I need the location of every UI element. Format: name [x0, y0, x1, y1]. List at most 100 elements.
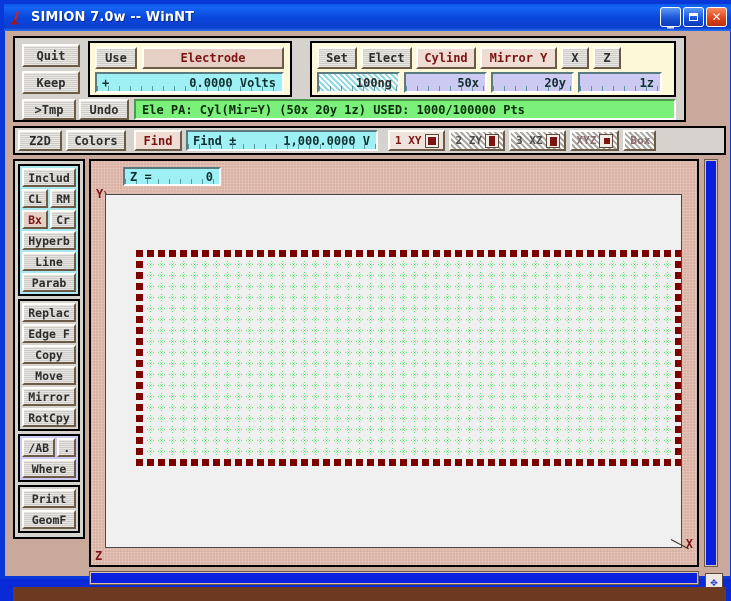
y-size-field[interactable]: 20y	[491, 72, 574, 93]
field-point	[367, 316, 374, 323]
field-point	[642, 404, 649, 411]
minimize-button[interactable]: _	[660, 7, 681, 28]
field-point	[422, 371, 429, 378]
maximize-button[interactable]	[683, 7, 704, 27]
z-plane-field[interactable]: Z = 0	[123, 167, 221, 186]
find-button[interactable]: Find	[134, 130, 182, 151]
field-point	[543, 437, 550, 444]
x-size-field[interactable]: 50x	[404, 72, 487, 93]
field-point	[180, 360, 187, 367]
field-point	[169, 349, 176, 356]
electrode-point	[136, 415, 143, 422]
ab-button[interactable]: /AB	[22, 438, 56, 457]
voltage-field[interactable]: + 0.0000 Volts	[95, 72, 284, 93]
field-point	[323, 448, 330, 455]
rotcpy-button[interactable]: RotCpy	[22, 408, 76, 427]
z-size-field[interactable]: 1z	[578, 72, 662, 93]
move-button[interactable]: Move	[22, 366, 76, 385]
vertical-scrollbar-thumb[interactable]	[706, 161, 716, 565]
keep-button[interactable]: Keep	[22, 71, 80, 94]
parab-button[interactable]: Parab	[22, 273, 76, 292]
edge-f-button[interactable]: Edge F	[22, 324, 76, 343]
field-point	[532, 294, 539, 301]
undo-button[interactable]: Undo	[79, 99, 129, 120]
field-point	[543, 415, 550, 422]
dot-button[interactable]: .	[57, 438, 76, 457]
where-button[interactable]: Where	[22, 459, 76, 478]
find-voltage-field[interactable]: Find ± 1,000.0000 V	[186, 130, 378, 151]
field-point	[455, 294, 462, 301]
field-point	[224, 360, 231, 367]
elect-button[interactable]: Elect	[361, 47, 412, 69]
mirror-y-button[interactable]: Mirror Y	[480, 47, 557, 69]
replac-button[interactable]: Replac	[22, 303, 76, 322]
field-point	[455, 448, 462, 455]
mirror-z-button[interactable]: Z	[593, 47, 621, 69]
field-point	[147, 404, 154, 411]
horizontal-scrollbar[interactable]	[89, 571, 699, 585]
field-point	[378, 437, 385, 444]
geomf-button[interactable]: GeomF	[22, 510, 76, 529]
view-tab-xyz[interactable]: XYZ	[569, 130, 620, 151]
use-button[interactable]: Use	[95, 47, 137, 69]
field-point	[631, 393, 638, 400]
copy-button[interactable]: Copy	[22, 345, 76, 364]
tmp-button[interactable]: >Tmp	[22, 99, 76, 120]
cr-button[interactable]: Cr	[50, 210, 76, 229]
field-point	[565, 448, 572, 455]
field-point	[598, 327, 605, 334]
field-point	[323, 415, 330, 422]
field-point	[532, 261, 539, 268]
close-button[interactable]: ✕	[706, 7, 727, 27]
field-point	[521, 327, 528, 334]
field-point	[466, 382, 473, 389]
electrode-point	[609, 459, 616, 466]
electrode-point	[675, 393, 681, 400]
field-point	[400, 305, 407, 312]
mirror-x-button[interactable]: X	[561, 47, 589, 69]
mode-button[interactable]: Electrode	[142, 47, 284, 69]
field-point	[433, 283, 440, 290]
z2d-button[interactable]: Z2D	[18, 130, 62, 151]
mirror-button[interactable]: Mirror	[22, 387, 76, 406]
field-point	[169, 261, 176, 268]
hyperb-button[interactable]: Hyperb	[22, 231, 76, 250]
field-point	[587, 437, 594, 444]
electrode-point	[136, 327, 143, 334]
set-button[interactable]: Set	[317, 47, 357, 69]
field-point	[642, 272, 649, 279]
query-tool-group: /AB . Where	[18, 434, 80, 482]
view-tab-xz-label: 3 XZ	[516, 134, 543, 147]
bx-button[interactable]: Bx	[22, 210, 48, 229]
field-point	[356, 349, 363, 356]
field-point	[653, 426, 660, 433]
cl-button[interactable]: CL	[22, 189, 48, 208]
view-tab-zy[interactable]: 2 ZY	[448, 130, 505, 151]
field-point	[367, 349, 374, 356]
field-point	[576, 426, 583, 433]
print-button[interactable]: Print	[22, 489, 76, 508]
field-point	[543, 272, 550, 279]
view-tab-box[interactable]: Box	[623, 130, 657, 151]
vertical-scrollbar[interactable]	[704, 159, 718, 567]
ng-field[interactable]: 100ng	[317, 72, 400, 93]
pa-canvas[interactable]	[105, 194, 682, 548]
view-tab-xy[interactable]: 1 XY	[388, 130, 445, 151]
view-tab-xz[interactable]: 3 XZ	[509, 130, 566, 151]
field-point	[510, 371, 517, 378]
rm-button[interactable]: RM	[50, 189, 76, 208]
includ-button[interactable]: Includ	[22, 168, 76, 187]
field-point	[191, 360, 198, 367]
line-button[interactable]: Line	[22, 252, 76, 271]
cylind-button[interactable]: Cylind	[416, 47, 476, 69]
field-point	[433, 371, 440, 378]
horizontal-scrollbar-thumb[interactable]	[91, 573, 697, 583]
field-point	[169, 448, 176, 455]
field-point	[191, 393, 198, 400]
field-point	[213, 283, 220, 290]
field-point	[433, 338, 440, 345]
colors-button[interactable]: Colors	[66, 130, 126, 151]
quit-button[interactable]: Quit	[22, 44, 80, 67]
field-point	[466, 272, 473, 279]
field-point	[312, 261, 319, 268]
